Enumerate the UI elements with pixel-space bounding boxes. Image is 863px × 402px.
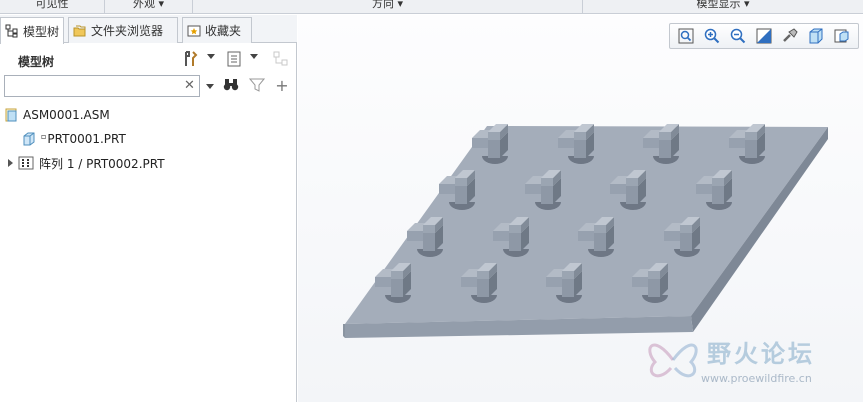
ribbon-group-label: 模型显示 [696, 0, 741, 10]
tools-icon [185, 51, 198, 66]
ribbon-group-appearance[interactable]: 外观 ▾ [105, 0, 193, 13]
tree-filters-button[interactable] [272, 50, 290, 68]
tree-node-pattern[interactable]: 阵列 1 / PRT0002.PRT [8, 153, 165, 173]
folder-browser-icon [73, 25, 86, 36]
chevron-down-icon: ▾ [397, 0, 404, 10]
tab-label: 文件夹浏览器 [91, 24, 164, 38]
tree-settings-button[interactable] [182, 50, 200, 68]
tree-node-label: PRT0001.PRT [47, 132, 126, 146]
tree-node-label: 阵列 1 / PRT0002.PRT [39, 156, 165, 171]
watermark-url: www.proewildfire.cn [701, 372, 812, 385]
butterfly-logo-icon [648, 343, 698, 378]
search-bar: ✕ + [0, 75, 297, 99]
model-tree-icon [5, 24, 18, 38]
tab-model-tree[interactable]: 模型树 [0, 17, 64, 44]
status-marker-icon: ▫ [41, 131, 47, 141]
tab-folder-browser[interactable]: 文件夹浏览器 [68, 17, 178, 43]
tab-label: 收藏夹 [205, 24, 242, 38]
tree-node-label: ASM0001.ASM [23, 108, 110, 122]
ribbon-group-label: 外观 [132, 0, 155, 10]
ribbon-group-label: 可见性 [35, 0, 69, 10]
search-input[interactable] [4, 75, 200, 97]
clear-icon[interactable]: ✕ [184, 78, 195, 93]
tree-node-assembly[interactable]: ASM0001.ASM [4, 105, 110, 125]
part-icon [23, 132, 35, 146]
find-button[interactable] [222, 76, 240, 94]
chevron-down-icon[interactable] [207, 54, 215, 59]
ribbon-group-strip: 可见性 外观 ▾ 方向 ▾ 模型显示 ▾ [0, 0, 863, 14]
chevron-down-icon: ▾ [743, 0, 750, 10]
plus-icon: + [275, 75, 289, 95]
chevron-down-icon[interactable] [206, 84, 214, 89]
show-columns-button[interactable] [225, 50, 243, 68]
forum-watermark: 野火论坛 www.proewildfire.cn [643, 326, 853, 396]
model-tree-title: 模型树 [18, 55, 55, 69]
filter-button[interactable] [248, 76, 266, 94]
favorites-icon [187, 25, 201, 36]
add-column-button[interactable]: + [273, 75, 291, 95]
chevron-down-icon: ▾ [158, 0, 165, 10]
tree-filter-icon [273, 51, 288, 66]
ribbon-group-orientation[interactable]: 方向 ▾ [193, 0, 583, 13]
pattern-icon [18, 156, 34, 170]
ribbon-group-visibility[interactable]: 可见性 [0, 0, 105, 13]
list-icon [227, 51, 241, 67]
chevron-down-icon[interactable] [250, 54, 258, 59]
filter-icon [249, 78, 265, 92]
watermark-title: 野火论坛 [707, 340, 815, 368]
ribbon-group-model-display[interactable]: 模型显示 ▾ [583, 0, 863, 13]
tab-label: 模型树 [23, 24, 60, 39]
binoculars-icon [223, 79, 239, 91]
model-tree-toolbar: 模型树 [0, 47, 297, 73]
navigator-panel: 模型树 文件夹浏览器 收藏夹 模型树 ✕ + ASM0001.ASM ▫ PRT… [0, 15, 297, 402]
tab-favorites[interactable]: 收藏夹 [182, 17, 252, 43]
tree-node-part[interactable]: ▫ PRT0001.PRT [22, 129, 126, 149]
graphics-window[interactable]: 野火论坛 www.proewildfire.cn [298, 15, 863, 402]
expand-arrow-icon[interactable] [8, 159, 13, 167]
assembly-icon [5, 108, 17, 122]
navigator-tabs: 模型树 文件夹浏览器 收藏夹 [0, 15, 297, 44]
ribbon-group-label: 方向 [371, 0, 394, 10]
